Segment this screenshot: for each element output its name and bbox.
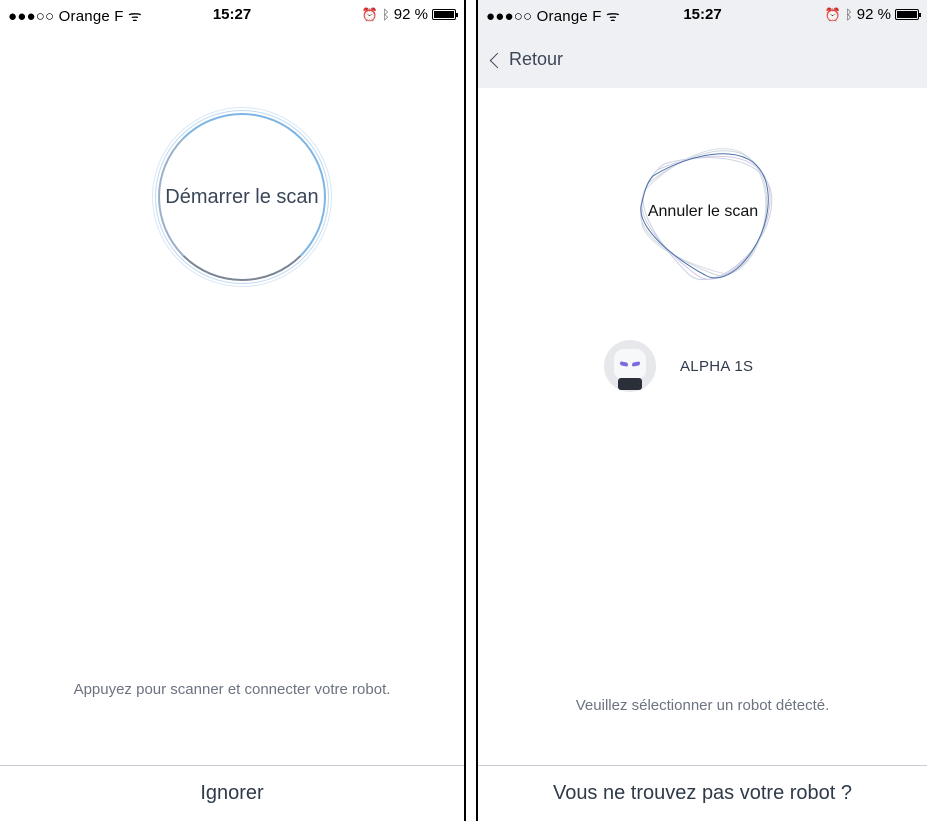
bluetooth-icon: ᛒ — [381, 7, 390, 22]
battery-percent: 92 % — [856, 6, 891, 23]
robot-name: ALPHA 1S — [680, 357, 754, 375]
carrier-label: ●●●○○ Orange F ᯤ — [8, 8, 142, 25]
status-bar: ●●●○○ Orange F ᯤ 15:27 ⏰ ᛒ 92 % — [0, 0, 464, 32]
alarm-icon: ⏰ — [824, 6, 841, 22]
alarm-icon: ⏰ — [361, 6, 378, 22]
battery-icon — [895, 9, 921, 20]
chevron-left-icon — [489, 52, 506, 68]
bluetooth-icon: ᛒ — [844, 7, 853, 22]
scan-hint-text: Appuyez pour scanner et connecter votre … — [73, 681, 391, 698]
back-label: Retour — [509, 49, 564, 69]
battery-percent: 92 % — [393, 6, 428, 23]
select-robot-hint: Veuillez sélectionner un robot détecté. — [575, 697, 830, 714]
robot-not-found-button[interactable]: Vous ne trouvez pas votre robot ? — [478, 765, 927, 821]
status-right-group: ⏰ ᛒ 92 % — [824, 6, 921, 23]
screen-divider — [466, 0, 478, 821]
status-time: 15:27 — [212, 6, 252, 23]
scan-results-screen: ●●●○○ Orange F ᯤ 15:27 ⏰ ᛒ 92 % Retour A — [478, 0, 927, 821]
scan-start-screen: ●●●○○ Orange F ᯤ 15:27 ⏰ ᛒ 92 % Démarrer… — [0, 0, 466, 821]
battery-icon — [432, 9, 458, 20]
robot-avatar-icon — [604, 340, 656, 392]
navigation-bar: Retour — [478, 32, 927, 88]
cancel-scan-button[interactable]: Annuler le scan — [633, 142, 773, 282]
back-button[interactable]: Retour — [489, 49, 564, 70]
start-scan-button[interactable]: Démarrer le scan — [158, 113, 326, 281]
carrier-label: ●●●○○ Orange F ᯤ — [486, 8, 620, 25]
status-time: 15:27 — [683, 6, 722, 23]
status-right-group: ⏰ ᛒ 92 % — [361, 6, 458, 23]
ignore-button[interactable]: Ignorer — [0, 765, 464, 821]
scan-circle: Démarrer le scan — [152, 107, 332, 287]
wifi-icon: ᯤ — [128, 8, 142, 25]
robot-list-item[interactable]: ALPHA 1S — [604, 340, 753, 392]
status-bar: ●●●○○ Orange F ᯤ 15:27 ⏰ ᛒ 92 % — [478, 0, 927, 32]
wifi-icon: ᯤ — [606, 8, 620, 25]
scanning-animation: Annuler le scan — [633, 142, 773, 282]
